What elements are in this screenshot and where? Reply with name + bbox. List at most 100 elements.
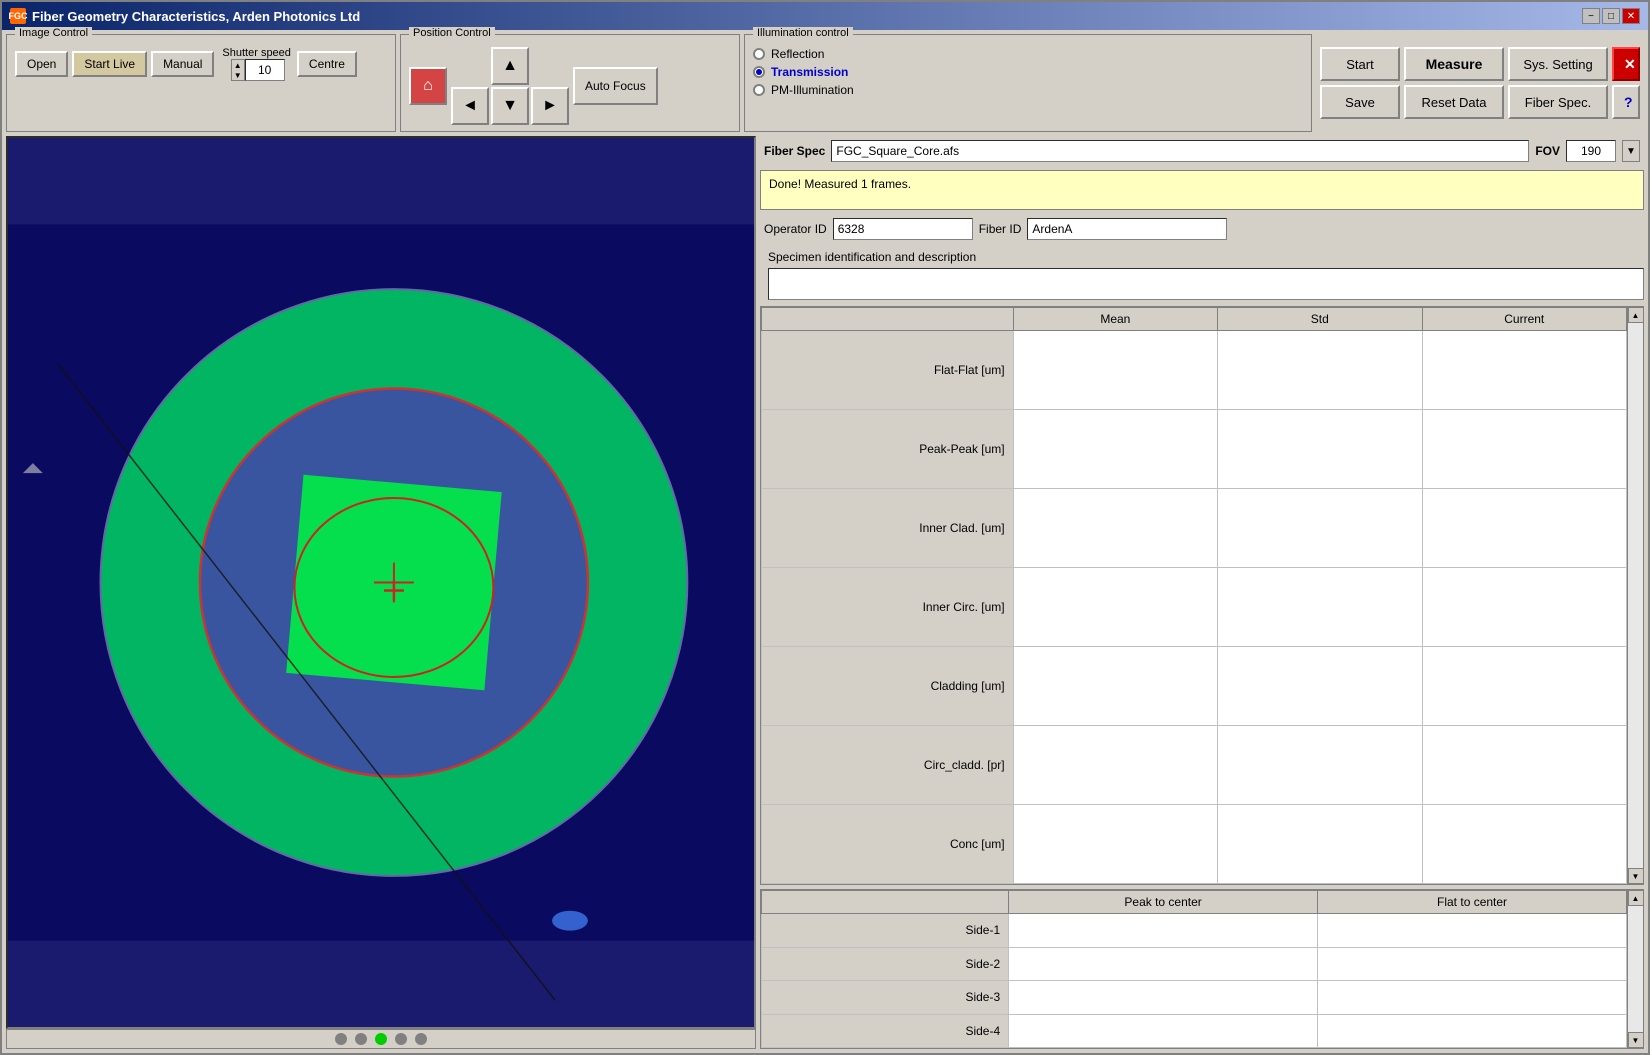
data-row-std-5 <box>1218 726 1422 805</box>
close-button[interactable]: ✕ <box>1612 47 1640 81</box>
fiber-id-label: Fiber ID <box>979 222 1022 236</box>
fiber-id-input[interactable] <box>1027 218 1227 240</box>
data-table-scroll-down[interactable]: ▼ <box>1628 868 1644 884</box>
fiber-spec-input[interactable] <box>831 140 1529 162</box>
home-button[interactable]: ⌂ <box>409 67 447 105</box>
bottom-table-scroll-up[interactable]: ▲ <box>1628 890 1644 906</box>
auto-focus-button[interactable]: Auto Focus <box>573 67 658 105</box>
data-table-row: Inner Circ. [um] <box>762 568 1627 647</box>
data-row-label-0: Flat-Flat [um] <box>762 331 1014 410</box>
save-button[interactable]: Save <box>1320 85 1400 119</box>
measure-button[interactable]: Measure <box>1404 47 1504 81</box>
radio-pm-circle[interactable] <box>753 84 765 96</box>
bottom-table-scrollbar: ▲ ▼ <box>1627 890 1643 1048</box>
nav-down-icon: ▼ <box>502 97 518 115</box>
data-row-label-2: Inner Clad. [um] <box>762 489 1014 568</box>
radio-pm-label: PM-Illumination <box>771 83 854 97</box>
fov-expand-button[interactable]: ▼ <box>1622 140 1640 162</box>
main-window: FGC Fiber Geometry Characteristics, Arde… <box>0 0 1650 1055</box>
bottom-table-row: Side-1 <box>762 914 1627 948</box>
illumination-radio-group: Reflection Transmission PM-Illumination <box>753 47 1303 97</box>
action-buttons: Start Measure Sys. Setting ✕ Save Reset … <box>1316 34 1644 132</box>
centre-button[interactable]: Centre <box>297 51 357 77</box>
fiber-spec-button[interactable]: Fiber Spec. <box>1508 85 1608 119</box>
bottom-row-flat-1 <box>1318 947 1627 981</box>
data-row-current-4 <box>1422 647 1626 726</box>
status-message: Done! Measured 1 frames. <box>769 177 911 191</box>
nav-dot-4 <box>395 1033 407 1045</box>
radio-reflection-circle[interactable] <box>753 48 765 60</box>
reset-data-button[interactable]: Reset Data <box>1404 85 1504 119</box>
bottom-row-flat-2 <box>1318 981 1627 1015</box>
bottom-table-container: Peak to center Flat to center Side-1 Sid… <box>760 889 1644 1049</box>
bottom-table: Peak to center Flat to center Side-1 Sid… <box>761 890 1627 1048</box>
spinner-down-icon: ▼ <box>234 71 242 80</box>
image-bottom-bar <box>6 1029 756 1049</box>
help-button[interactable]: ? <box>1612 85 1640 119</box>
start-button[interactable]: Start <box>1320 47 1400 81</box>
shutter-speed-label: Shutter speed <box>222 47 291 59</box>
open-button[interactable]: Open <box>15 51 68 77</box>
data-row-mean-3 <box>1013 568 1217 647</box>
fiber-spec-row: Fiber Spec FOV ▼ <box>760 136 1644 166</box>
data-table-row: Conc [um] <box>762 805 1627 884</box>
start-live-button[interactable]: Start Live <box>72 51 147 77</box>
data-table-scroll-track <box>1628 323 1644 868</box>
nav-right-icon: ► <box>542 97 558 115</box>
position-control-title: Position Control <box>409 27 495 39</box>
radio-transmission[interactable]: Transmission <box>753 65 1303 79</box>
bottom-table-scroll-wrapper: Peak to center Flat to center Side-1 Sid… <box>761 890 1643 1048</box>
radio-transmission-circle[interactable] <box>753 66 765 78</box>
minimize-button[interactable]: − <box>1582 8 1600 24</box>
nav-up-button[interactable]: ▲ <box>491 47 529 85</box>
operator-id-input[interactable] <box>833 218 973 240</box>
sys-setting-button[interactable]: Sys. Setting <box>1508 47 1608 81</box>
radio-transmission-label: Transmission <box>771 65 848 79</box>
right-panel: Fiber Spec FOV ▼ Done! Measured 1 frames… <box>760 136 1644 1049</box>
spinner-up-icon: ▲ <box>234 61 242 70</box>
status-bar: Done! Measured 1 frames. <box>760 170 1644 210</box>
data-row-mean-6 <box>1013 805 1217 884</box>
data-table-scroll-up[interactable]: ▲ <box>1628 307 1644 323</box>
main-content: Image Control Open Start Live Manual Shu… <box>2 30 1648 1053</box>
bottom-table-scroll-down[interactable]: ▼ <box>1628 1032 1644 1048</box>
col-header-std: Std <box>1218 308 1422 331</box>
data-row-std-3 <box>1218 568 1422 647</box>
nav-down-button[interactable]: ▼ <box>491 87 529 125</box>
shutter-spinner-buttons[interactable]: ▲ ▼ <box>231 59 245 81</box>
nav-right-button[interactable]: ► <box>531 87 569 125</box>
specimen-input[interactable] <box>768 268 1644 300</box>
radio-pm-illumination[interactable]: PM-Illumination <box>753 83 1303 97</box>
bottom-col-header-peak: Peak to center <box>1009 891 1318 914</box>
data-row-current-0 <box>1422 331 1626 410</box>
bottom-action-row: Save Reset Data Fiber Spec. ? <box>1320 85 1640 119</box>
nav-grid-container: ▲ ◄ ▼ ► <box>451 47 569 125</box>
data-table-scrollbar: ▲ ▼ <box>1627 307 1643 884</box>
image-area <box>6 136 756 1049</box>
maximize-button[interactable]: □ <box>1602 8 1620 24</box>
data-row-label-3: Inner Circ. [um] <box>762 568 1014 647</box>
nav-top-spacer <box>451 47 489 85</box>
fov-input[interactable] <box>1566 140 1616 162</box>
bottom-row-peak-2 <box>1009 981 1318 1015</box>
specimen-label: Specimen identification and description <box>764 248 1640 266</box>
nav-mid-row: ◄ ▼ ► <box>451 87 569 125</box>
nav-dot-1 <box>335 1033 347 1045</box>
manual-button[interactable]: Manual <box>151 51 214 77</box>
illumination-control-panel: Illumination control Reflection Transmis… <box>744 34 1312 132</box>
bottom-table-row: Side-3 <box>762 981 1627 1015</box>
shutter-speed-group: Shutter speed ▲ ▼ <box>222 47 293 81</box>
data-row-std-2 <box>1218 489 1422 568</box>
data-row-current-1 <box>1422 410 1626 489</box>
col-header-label <box>762 308 1014 331</box>
specimen-section: Specimen identification and description <box>760 248 1644 302</box>
bottom-row-flat-0 <box>1318 914 1627 948</box>
data-row-current-2 <box>1422 489 1626 568</box>
data-row-label-4: Cladding [um] <box>762 647 1014 726</box>
position-control-panel: Position Control ⌂ ▲ <box>400 34 740 132</box>
close-window-button[interactable]: ✕ <box>1622 8 1640 24</box>
shutter-value-input[interactable] <box>245 59 285 81</box>
bottom-row-label-2: Side-3 <box>762 981 1009 1015</box>
nav-left-button[interactable]: ◄ <box>451 87 489 125</box>
radio-reflection[interactable]: Reflection <box>753 47 1303 61</box>
